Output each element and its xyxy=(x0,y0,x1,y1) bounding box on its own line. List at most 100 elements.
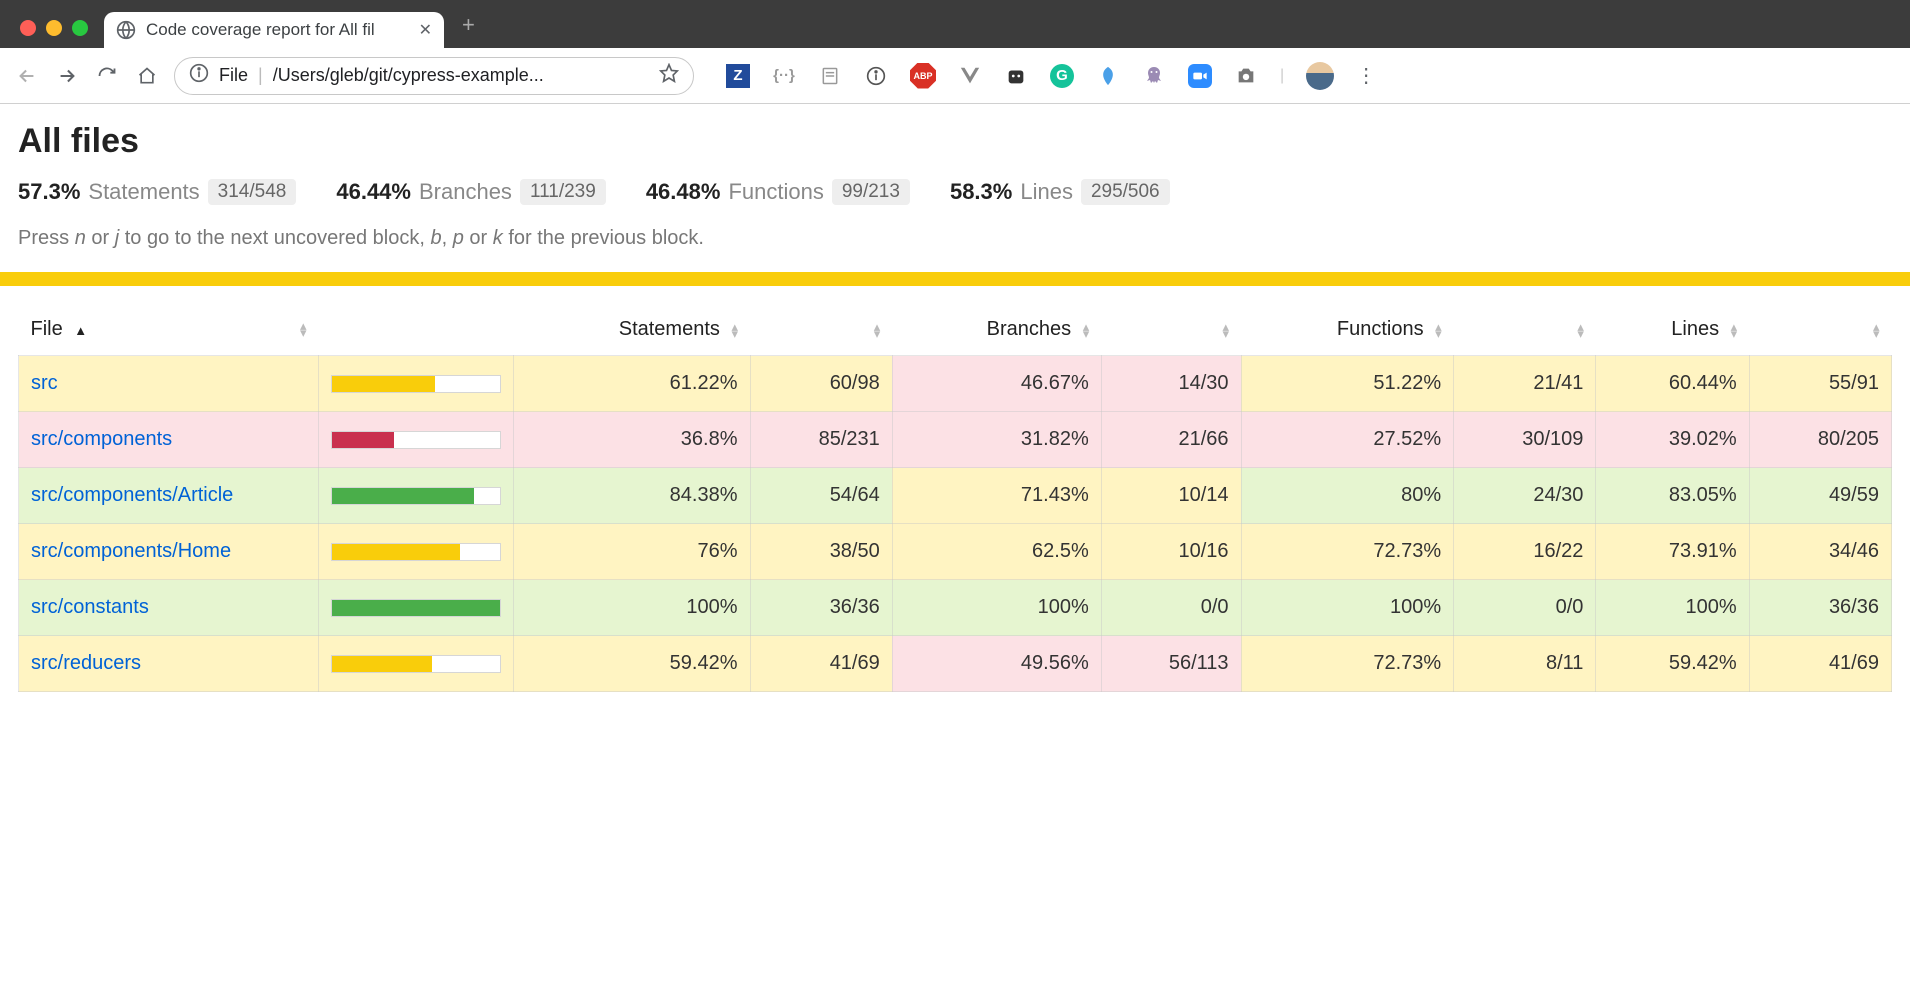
extension-info-icon[interactable] xyxy=(864,64,888,88)
extension-leaf-icon[interactable] xyxy=(1096,64,1120,88)
page-content: All files 57.3% Statements 314/548 46.44… xyxy=(0,104,1910,692)
cell-bar xyxy=(319,356,514,412)
summary-pct: 46.44% xyxy=(336,179,411,205)
browser-tab[interactable]: Code coverage report for All fil ✕ xyxy=(104,12,444,48)
cell-branches-frac: 0/0 xyxy=(1101,580,1241,636)
cell-statements-frac: 54/64 xyxy=(750,468,892,524)
table-row: src/components/Home76%38/5062.5%10/1672.… xyxy=(19,524,1892,580)
toolbar-separator: | xyxy=(1280,67,1284,85)
th-statements-frac[interactable]: ▴▾ xyxy=(750,308,892,356)
th-lines-frac[interactable]: ▴▾ xyxy=(1749,308,1891,356)
cell-statements-frac: 85/231 xyxy=(750,412,892,468)
profile-avatar[interactable] xyxy=(1306,62,1334,90)
extension-zoom-icon[interactable] xyxy=(1188,64,1212,88)
extension-braces-icon[interactable]: {··} xyxy=(772,64,796,88)
cell-functions-frac: 8/11 xyxy=(1454,636,1596,692)
sort-icon: ▴▾ xyxy=(874,323,881,337)
summary-branches: 46.44% Branches 111/239 xyxy=(336,179,605,205)
window-fullscreen-button[interactable] xyxy=(72,20,88,36)
cell-lines-pct: 59.42% xyxy=(1596,636,1749,692)
cell-lines-frac: 55/91 xyxy=(1749,356,1891,412)
file-link[interactable]: src/components xyxy=(31,428,172,450)
cell-lines-pct: 100% xyxy=(1596,580,1749,636)
address-bar[interactable]: File | /Users/gleb/git/cypress-example..… xyxy=(174,57,694,95)
cell-branches-frac: 10/14 xyxy=(1101,468,1241,524)
file-link[interactable]: src/components/Home xyxy=(31,540,231,562)
summary-label: Branches xyxy=(419,179,512,205)
tab-close-button[interactable]: ✕ xyxy=(419,20,432,40)
nav-back-button[interactable] xyxy=(14,63,40,89)
nav-reload-button[interactable] xyxy=(94,63,120,89)
new-tab-button[interactable]: + xyxy=(444,12,493,48)
th-statements[interactable]: Statements ▴▾ xyxy=(514,308,751,356)
cell-file: src xyxy=(19,356,319,412)
file-link[interactable]: src xyxy=(31,372,58,394)
nav-forward-button[interactable] xyxy=(54,63,80,89)
coverage-bar xyxy=(331,543,501,561)
th-file[interactable]: File ▲ ▴▾ xyxy=(19,308,319,356)
cell-lines-frac: 41/69 xyxy=(1749,636,1891,692)
cell-lines-frac: 80/205 xyxy=(1749,412,1891,468)
th-functions[interactable]: Functions ▴▾ xyxy=(1241,308,1454,356)
cell-file: src/components/Article xyxy=(19,468,319,524)
coverage-summary: 57.3% Statements 314/548 46.44% Branches… xyxy=(18,179,1910,205)
extension-grammarly-icon[interactable]: G xyxy=(1050,64,1074,88)
extension-vue-icon[interactable] xyxy=(958,64,982,88)
cell-branches-frac: 21/66 xyxy=(1101,412,1241,468)
cell-functions-pct: 72.73% xyxy=(1241,636,1454,692)
cell-statements-pct: 59.42% xyxy=(514,636,751,692)
extension-z-icon[interactable]: Z xyxy=(726,64,750,88)
th-lines[interactable]: Lines ▴▾ xyxy=(1596,308,1749,356)
cell-file: src/constants xyxy=(19,580,319,636)
cell-statements-pct: 36.8% xyxy=(514,412,751,468)
extension-octopus-icon[interactable] xyxy=(1142,64,1166,88)
extension-camera-icon[interactable] xyxy=(1234,64,1258,88)
cell-statements-frac: 38/50 xyxy=(750,524,892,580)
cell-functions-frac: 24/30 xyxy=(1454,468,1596,524)
coverage-bar xyxy=(331,599,501,617)
coverage-bar xyxy=(331,431,501,449)
window-controls xyxy=(12,20,98,48)
page-title: All files xyxy=(18,122,1910,161)
cell-bar xyxy=(319,580,514,636)
nav-home-button[interactable] xyxy=(134,63,160,89)
cell-lines-frac: 49/59 xyxy=(1749,468,1891,524)
cell-functions-frac: 21/41 xyxy=(1454,356,1596,412)
summary-lines: 58.3% Lines 295/506 xyxy=(950,179,1170,205)
table-row: src61.22%60/9846.67%14/3051.22%21/4160.4… xyxy=(19,356,1892,412)
cell-lines-pct: 60.44% xyxy=(1596,356,1749,412)
th-branches-frac[interactable]: ▴▾ xyxy=(1101,308,1241,356)
globe-icon xyxy=(116,20,136,40)
cell-branches-pct: 31.82% xyxy=(892,412,1101,468)
cell-functions-pct: 51.22% xyxy=(1241,356,1454,412)
th-functions-frac[interactable]: ▴▾ xyxy=(1454,308,1596,356)
cell-functions-frac: 30/109 xyxy=(1454,412,1596,468)
summary-frac: 295/506 xyxy=(1081,179,1170,205)
extension-page-icon[interactable] xyxy=(818,64,842,88)
cell-branches-frac: 10/16 xyxy=(1101,524,1241,580)
summary-pct: 58.3% xyxy=(950,179,1012,205)
table-row: src/components/Article84.38%54/6471.43%1… xyxy=(19,468,1892,524)
file-link[interactable]: src/constants xyxy=(31,596,149,618)
cell-branches-pct: 62.5% xyxy=(892,524,1101,580)
cell-bar xyxy=(319,468,514,524)
cell-branches-pct: 49.56% xyxy=(892,636,1101,692)
cell-branches-pct: 100% xyxy=(892,580,1101,636)
file-link[interactable]: src/components/Article xyxy=(31,484,233,506)
cell-statements-pct: 76% xyxy=(514,524,751,580)
window-minimize-button[interactable] xyxy=(46,20,62,36)
window-close-button[interactable] xyxy=(20,20,36,36)
bookmark-star-icon[interactable] xyxy=(659,63,679,88)
th-branches[interactable]: Branches ▴▾ xyxy=(892,308,1101,356)
url-separator: | xyxy=(258,65,263,86)
browser-menu-button[interactable]: ⋮ xyxy=(1356,63,1376,88)
tab-strip: Code coverage report for All fil ✕ + xyxy=(0,0,1910,48)
file-link[interactable]: src/reducers xyxy=(31,652,141,674)
extension-monster-icon[interactable] xyxy=(1004,64,1028,88)
extension-abp-icon[interactable]: ABP xyxy=(910,63,936,89)
th-bar[interactable] xyxy=(319,308,514,356)
site-info-icon[interactable] xyxy=(189,63,209,88)
cell-lines-pct: 73.91% xyxy=(1596,524,1749,580)
cell-statements-frac: 36/36 xyxy=(750,580,892,636)
coverage-bar xyxy=(331,487,501,505)
